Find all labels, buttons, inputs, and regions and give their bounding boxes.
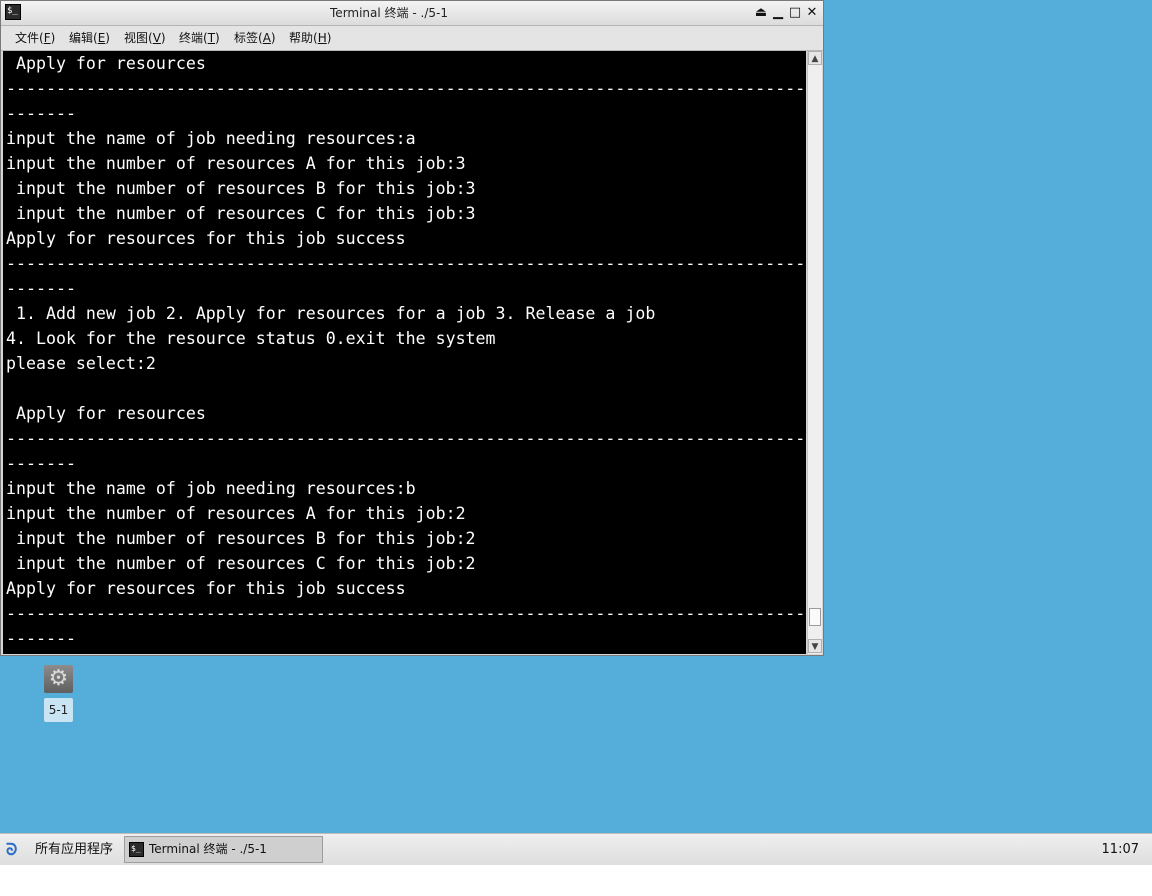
menu-terminal-label: 终端: [179, 31, 204, 45]
terminal-line: -------: [6, 104, 76, 123]
terminal-line: input the number of resources C for this…: [6, 554, 476, 573]
menu-tabs-mnemonic: A: [262, 31, 271, 45]
menu-view-label: 视图: [124, 31, 149, 45]
menu-bar: 文件(F) 编辑(E) 视图(V) 终端(T) 标签(A) 帮助(H): [1, 26, 823, 51]
scrollbar-thumb[interactable]: [809, 608, 821, 626]
screen-bottom-edge: [0, 865, 1152, 896]
menu-terminal-mnemonic: T: [207, 31, 216, 45]
terminal-line: input the number of resources B for this…: [6, 179, 476, 198]
terminal-line: 4. Look for the resource status 0.exit t…: [6, 329, 496, 348]
applications-menu-button[interactable]: ᘐ 所有应用程序: [4, 837, 120, 863]
terminal-line: Apply for resources for this job success: [6, 579, 406, 598]
terminal-line: Apply for resources for this job success: [6, 229, 406, 248]
scroll-down-icon[interactable]: ▼: [808, 639, 822, 653]
menu-file-label: 文件: [15, 31, 40, 45]
title-bar[interactable]: $_ Terminal 终端 - ./5-1 ⏏ ▁ □ ✕: [1, 1, 823, 26]
terminal-output[interactable]: Apply for resources --------------------…: [3, 51, 806, 654]
menu-file[interactable]: 文件(F): [15, 26, 55, 50]
close-icon[interactable]: ✕: [804, 5, 820, 21]
menu-tabs[interactable]: 标签(A): [234, 26, 276, 50]
menu-help[interactable]: 帮助(H): [289, 26, 331, 50]
taskbar: ᘐ 所有应用程序 $_ Terminal 终端 - ./5-1 11:07: [0, 833, 1152, 865]
clock[interactable]: 11:07: [1102, 834, 1139, 865]
terminal-icon: $_: [129, 842, 144, 857]
menu-view[interactable]: 视图(V): [124, 26, 166, 50]
terminal-line: please select:2: [6, 354, 156, 373]
menu-tabs-label: 标签: [234, 31, 259, 45]
terminal-line: input the number of resources C for this…: [6, 204, 476, 223]
terminal-line: input the number of resources A for this…: [6, 154, 466, 173]
menu-edit-mnemonic: E: [97, 31, 106, 45]
terminal-line: input the number of resources B for this…: [6, 529, 476, 548]
window-title: Terminal 终端 - ./5-1: [330, 6, 448, 20]
terminal-line: input the number of resources A for this…: [6, 504, 466, 523]
taskbar-item-label: Terminal 终端 - ./5-1: [149, 842, 267, 856]
terminal-line: ----------------------------------------…: [6, 604, 806, 623]
terminal-line: Apply for resources: [6, 54, 206, 73]
shade-icon[interactable]: ⏏: [753, 5, 769, 21]
terminal-line: -------: [6, 629, 76, 648]
menu-help-mnemonic: H: [317, 31, 327, 45]
terminal-line: -------: [6, 454, 76, 473]
desktop-icon-label[interactable]: 5-1: [44, 698, 73, 722]
menu-view-mnemonic: V: [152, 31, 161, 45]
terminal-line: -------: [6, 279, 76, 298]
minimize-icon[interactable]: ▁: [770, 5, 786, 21]
applications-label: 所有应用程序: [35, 842, 114, 857]
gear-icon[interactable]: ⚙: [44, 665, 73, 693]
terminal-line: Apply for resources: [6, 404, 206, 423]
terminal-line: input the name of job needing resources:…: [6, 479, 416, 498]
applications-icon: ᘐ: [6, 840, 18, 859]
menu-edit[interactable]: 编辑(E): [69, 26, 110, 50]
menu-help-label: 帮助: [289, 31, 314, 45]
menu-edit-label: 编辑: [69, 31, 94, 45]
menu-terminal[interactable]: 终端(T): [179, 26, 220, 50]
scroll-up-icon[interactable]: ▲: [808, 51, 822, 65]
terminal-line: ----------------------------------------…: [6, 79, 806, 98]
terminal-line: ----------------------------------------…: [6, 254, 806, 273]
terminal-line: ----------------------------------------…: [6, 429, 806, 448]
vertical-scrollbar[interactable]: ▲ ▼: [807, 51, 822, 654]
terminal-window[interactable]: $_ Terminal 终端 - ./5-1 ⏏ ▁ □ ✕ 文件(F) 编辑(…: [0, 0, 824, 656]
menu-file-mnemonic: F: [43, 31, 51, 45]
maximize-icon[interactable]: □: [787, 5, 803, 21]
terminal-line: input the name of job needing resources:…: [6, 129, 416, 148]
terminal-line: 1. Add new job 2. Apply for resources fo…: [6, 304, 656, 323]
taskbar-item-terminal[interactable]: $_ Terminal 终端 - ./5-1: [124, 836, 323, 863]
